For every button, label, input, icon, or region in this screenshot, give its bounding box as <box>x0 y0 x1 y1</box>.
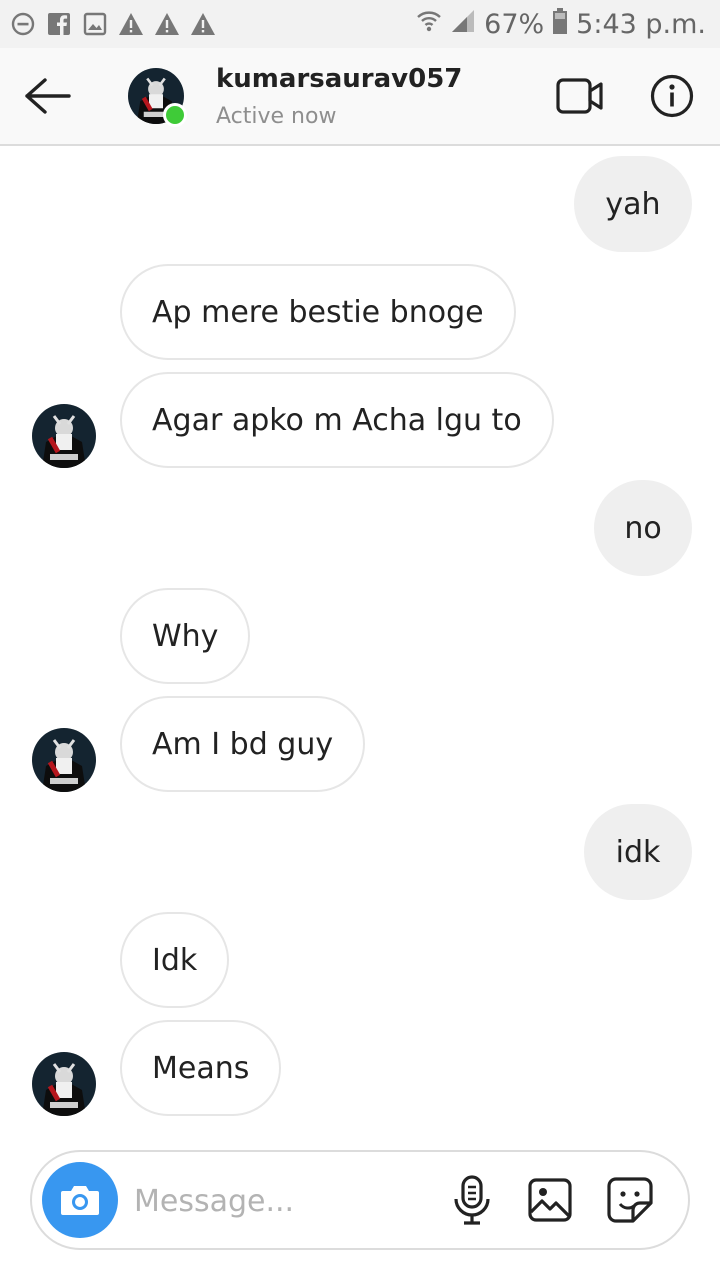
online-indicator <box>163 103 187 127</box>
info-button[interactable] <box>648 72 696 120</box>
active-status: Active now <box>216 104 337 129</box>
system-status: 67% 5:43 p.m. <box>416 6 706 42</box>
back-button[interactable] <box>18 70 74 122</box>
username[interactable]: kumarsaurav057 <box>216 64 462 94</box>
message-bubble[interactable]: Means <box>120 1020 282 1116</box>
image-icon <box>82 11 108 37</box>
info-icon <box>650 74 694 118</box>
warning-icon <box>154 11 180 37</box>
message-bubble[interactable]: Ap mere bestie bnoge <box>120 264 516 360</box>
chat-header: kumarsaurav057 Active now <box>0 48 720 146</box>
battery-icon <box>552 7 568 41</box>
facebook-icon <box>46 11 72 37</box>
sticker-icon <box>607 1177 653 1223</box>
message-bubble[interactable]: no <box>594 480 692 576</box>
avatar[interactable] <box>32 1052 96 1116</box>
camera-icon <box>61 1186 99 1215</box>
message-bubble[interactable]: Agar apko m Acha lgu to <box>120 372 554 468</box>
warning-icon <box>190 11 216 37</box>
notification-icons <box>10 10 216 38</box>
gallery-button[interactable] <box>524 1174 576 1226</box>
avatar[interactable] <box>32 404 96 468</box>
video-call-button[interactable] <box>552 74 608 118</box>
warning-icon <box>118 11 144 37</box>
avatar[interactable] <box>32 728 96 792</box>
clock: 5:43 p.m. <box>576 8 706 40</box>
sticker-button[interactable] <box>604 1174 656 1226</box>
back-arrow-icon <box>25 78 71 114</box>
message-bubble[interactable]: Idk <box>120 912 230 1008</box>
status-bar: 67% 5:43 p.m. <box>0 0 720 48</box>
message-input[interactable] <box>132 1170 436 1232</box>
message-bubble[interactable]: Why <box>120 588 251 684</box>
image-icon <box>528 1178 572 1222</box>
battery-percent: 67% <box>484 8 545 40</box>
wifi-icon <box>416 8 442 41</box>
message-bubble[interactable]: Am I bd guy <box>120 696 366 792</box>
signal-icon <box>450 8 476 41</box>
message-bubble[interactable]: idk <box>584 804 692 900</box>
camera-button[interactable] <box>42 1162 118 1238</box>
video-camera-icon <box>556 78 603 114</box>
message-bubble[interactable]: yah <box>574 156 692 252</box>
minus-circle-icon <box>10 11 36 37</box>
microphone-icon <box>454 1175 490 1225</box>
message-composer <box>30 1150 690 1250</box>
voice-button[interactable] <box>446 1174 498 1226</box>
